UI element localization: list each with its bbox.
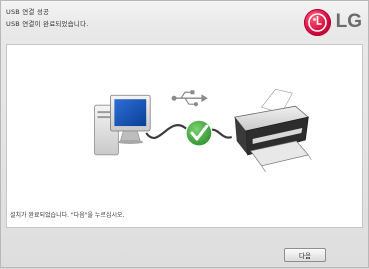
header: USB 연결 성공 USB 연결이 완료되었습니다. LG (1, 1, 368, 43)
lg-logo-text: LG (335, 11, 362, 32)
footer: 다음 (1, 229, 368, 269)
window-title: USB 연결 성공 (6, 8, 50, 16)
content-panel: 설치가 완료되었습니다. "다음"을 누르십시오. (6, 44, 363, 228)
window-subtitle: USB 연결이 완료되었습니다. (6, 20, 89, 28)
next-button[interactable]: 다음 (284, 248, 326, 262)
usb-symbol-icon (171, 90, 208, 107)
lg-logo: LG (303, 7, 362, 37)
usb-connection-illustration (94, 88, 312, 172)
installer-window: USB 연결 성공 USB 연결이 완료되었습니다. LG 설치가 완료되었습니… (0, 0, 369, 268)
success-check-icon (185, 119, 213, 147)
printer-icon (233, 88, 312, 172)
computer-icon (94, 94, 151, 156)
completion-message: 설치가 완료되었습니다. "다음"을 누르십시오. (10, 212, 125, 219)
lg-circle-icon (303, 8, 331, 36)
